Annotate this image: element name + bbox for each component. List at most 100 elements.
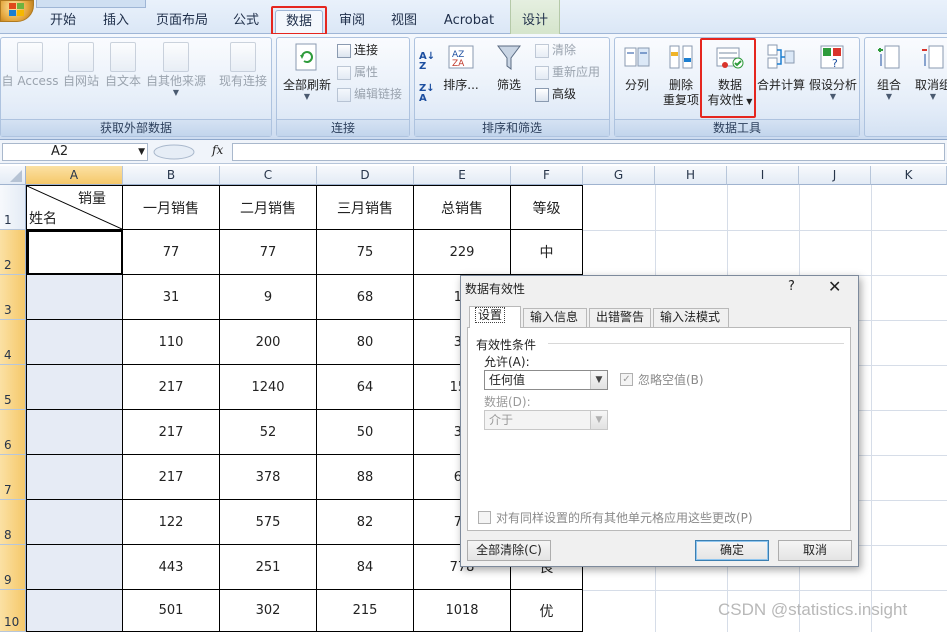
connections-button[interactable]: 连接 [337,43,378,58]
from-web-button[interactable]: 自网站 [59,42,103,89]
tab-home[interactable]: 开始 [42,10,84,34]
header-diagonal-cell[interactable]: 销量 姓名 [27,186,123,230]
consolidate-button[interactable]: 合并计算 [755,42,807,93]
refresh-all-button[interactable]: 全部刷新 ▼ [279,42,335,101]
data-cell[interactable]: 31 [123,275,220,320]
row-header-2[interactable]: 2 [0,230,26,275]
name-cell[interactable] [27,590,123,632]
group-button[interactable]: 组合 ▼ [867,42,911,101]
data-cell[interactable]: 215 [317,590,414,632]
tab-input-message[interactable]: 输入信息 [523,308,587,327]
tab-design[interactable]: 设计 [514,10,556,34]
tab-view[interactable]: 视图 [384,10,424,34]
data-cell[interactable]: 77 [123,230,220,275]
header-cell-feb[interactable]: 二月销售 [220,186,317,230]
filter-button[interactable]: 筛选 [489,42,529,93]
grade-cell[interactable]: 优 [511,590,583,632]
formula-input[interactable] [232,143,945,161]
data-cell[interactable]: 443 [123,545,220,590]
name-cell[interactable] [27,365,123,410]
ignore-blank-checkbox[interactable]: ✓ [620,373,633,386]
select-all-corner[interactable] [0,166,26,185]
properties-button[interactable]: 属性 [337,65,378,80]
column-header-a[interactable]: A [26,166,123,185]
data-cell[interactable]: 302 [220,590,317,632]
grade-cell[interactable]: 中 [511,230,583,275]
data-operator-select[interactable]: 介于 ▼ [484,410,608,430]
quick-access-toolbar[interactable] [36,0,146,8]
column-header-d[interactable]: D [317,166,414,185]
allow-select[interactable]: 任何值 ▼ [484,370,608,390]
column-header-g[interactable]: G [583,166,655,185]
header-cell-jan[interactable]: 一月销售 [123,186,220,230]
existing-connections-button[interactable]: 现有连接 [215,42,271,89]
column-header-b[interactable]: B [123,166,220,185]
column-header-e[interactable]: E [414,166,511,185]
name-cell[interactable] [27,320,123,365]
data-cell[interactable]: 200 [220,320,317,365]
row-header-1[interactable]: 1 [0,185,26,230]
from-access-button[interactable]: 自 Access [1,42,59,89]
data-cell[interactable]: 84 [317,545,414,590]
sort-button[interactable]: AZ ZA 排序... [441,42,481,93]
data-cell[interactable]: 1240 [220,365,317,410]
column-header-h[interactable]: H [655,166,727,185]
column-header-j[interactable]: J [799,166,871,185]
data-cell[interactable]: 88 [317,455,414,500]
header-cell-mar[interactable]: 三月销售 [317,186,414,230]
tab-error-alert[interactable]: 出错警告 [589,308,651,327]
header-cell-grade[interactable]: 等级 [511,186,583,230]
data-cell[interactable]: 52 [220,410,317,455]
edit-links-button[interactable]: 编辑链接 [337,87,402,102]
data-cell[interactable]: 217 [123,410,220,455]
data-cell[interactable]: 1018 [414,590,511,632]
column-header-i[interactable]: I [727,166,799,185]
data-cell[interactable]: 217 [123,365,220,410]
tab-settings[interactable]: 设置 [469,306,521,328]
data-cell[interactable]: 68 [317,275,414,320]
tab-insert[interactable]: 插入 [95,10,137,34]
name-cell-a2[interactable] [27,230,123,275]
text-to-columns-button[interactable]: 分列 [617,42,657,93]
name-cell[interactable] [27,275,123,320]
data-cell[interactable]: 64 [317,365,414,410]
tab-ime-mode[interactable]: 输入法模式 [653,308,729,327]
tab-acrobat[interactable]: Acrobat [440,10,498,34]
column-header-f[interactable]: F [511,166,583,185]
what-if-analysis-button[interactable]: ? 假设分析 ▼ [807,42,859,101]
data-cell[interactable]: 378 [220,455,317,500]
insert-function-button[interactable]: fx [212,143,223,157]
name-cell[interactable] [27,410,123,455]
tab-formulas[interactable]: 公式 [226,10,266,34]
apply-all-checkbox[interactable] [478,511,491,524]
reapply-button[interactable]: 重新应用 [535,65,600,80]
ok-button[interactable]: 确定 [695,540,769,561]
data-cell[interactable]: 217 [123,455,220,500]
formula-splitter-icon[interactable] [152,143,196,161]
row-header-4[interactable]: 4 [0,320,26,365]
row-header-7[interactable]: 7 [0,455,26,500]
row-header-10[interactable]: 10 [0,590,26,632]
remove-duplicates-button[interactable]: 删除 重复项 [659,42,703,108]
sort-desc-button[interactable]: Z↓ A [419,84,435,104]
clear-filter-button[interactable]: 清除 [535,43,576,58]
cancel-button[interactable]: 取消 [778,540,852,561]
name-cell[interactable] [27,545,123,590]
advanced-filter-button[interactable]: 高级 [535,87,576,102]
data-cell[interactable]: 80 [317,320,414,365]
header-cell-total[interactable]: 总销售 [414,186,511,230]
data-cell[interactable]: 501 [123,590,220,632]
close-button[interactable]: ✕ [828,277,841,296]
tab-review[interactable]: 审阅 [333,10,371,34]
data-cell[interactable]: 575 [220,500,317,545]
clear-all-button[interactable]: 全部清除(C) [467,540,551,561]
data-cell[interactable]: 75 [317,230,414,275]
data-cell[interactable]: 251 [220,545,317,590]
row-header-8[interactable]: 8 [0,500,26,545]
data-cell[interactable]: 110 [123,320,220,365]
name-box[interactable]: A2 ▼ [2,143,148,161]
sort-asc-button[interactable]: A↓ Z [419,52,435,72]
data-cell[interactable]: 77 [220,230,317,275]
data-cell[interactable]: 9 [220,275,317,320]
data-cell[interactable]: 122 [123,500,220,545]
